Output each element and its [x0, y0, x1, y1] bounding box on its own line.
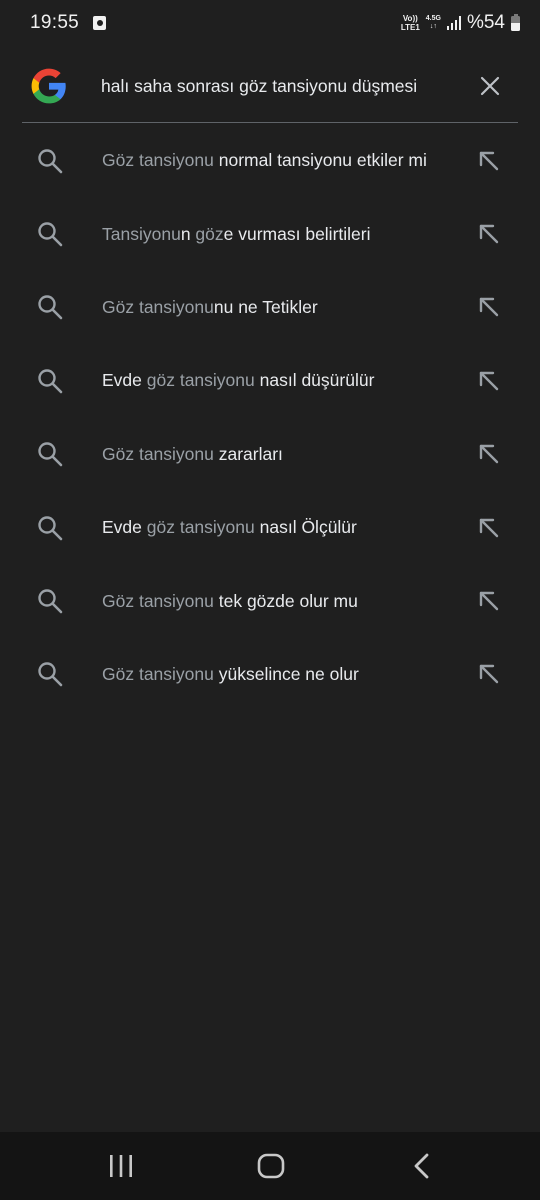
suggestion-text-part: Göz tansiyonu	[102, 443, 219, 464]
suggestion-row[interactable]: Göz tansiyonu yükselince ne olur	[0, 638, 540, 711]
suggestion-text-part: nasıl düşürülür	[254, 370, 375, 391]
status-time: 19:55	[30, 12, 80, 33]
suggestion-text: Evde göz tansiyonu nasıl düşürülür	[102, 370, 450, 391]
suggestion-text: Göz tansiyonu normal tansiyonu etkiler m…	[102, 150, 450, 171]
suggestions-list: Göz tansiyonu normal tansiyonu etkiler m…	[0, 124, 540, 711]
suggestion-text-part: yükselince ne olur	[218, 663, 359, 684]
search-icon	[38, 369, 63, 394]
close-icon	[480, 76, 500, 96]
back-icon	[414, 1153, 429, 1179]
fill-query-arrow-icon[interactable]	[476, 441, 502, 467]
suggestion-text: Evde göz tansiyonu nasıl Ölçülür	[102, 517, 450, 538]
battery-percent: %54	[466, 12, 505, 33]
status-indicators: Vo)) LTE1 4.5G ↓↑ %54	[401, 12, 520, 34]
recents-button[interactable]	[81, 1132, 161, 1200]
fill-query-arrow-icon[interactable]	[476, 368, 502, 394]
suggestion-text-part: e vurması belirtileri	[223, 223, 371, 244]
suggestion-row[interactable]: Göz tansiyonu normal tansiyonu etkiler m…	[0, 124, 540, 197]
search-icon	[38, 442, 63, 467]
suggestion-row[interactable]: Göz tansiyonunu ne Tetikler	[0, 271, 540, 344]
suggestion-text-part: Evde	[102, 517, 147, 538]
suggestion-text-part: Göz tansiyonu	[102, 590, 219, 611]
suggestion-text-part: göz	[195, 223, 224, 244]
suggestion-text-part: Göz tansiyonu	[102, 296, 214, 317]
suggestion-text-part: Göz tansiyonu	[102, 150, 219, 171]
clear-search-button[interactable]	[468, 64, 512, 108]
suggestion-row[interactable]: Göz tansiyonu tek gözde olur mu	[0, 564, 540, 637]
suggestion-row[interactable]: Evde göz tansiyonu nasıl Ölçülür	[0, 491, 540, 564]
fill-query-arrow-icon[interactable]	[476, 515, 502, 541]
home-button[interactable]	[231, 1132, 311, 1200]
search-icon	[38, 589, 63, 614]
search-icon	[38, 222, 63, 247]
recents-icon	[110, 1155, 132, 1177]
suggestion-text-part: n	[180, 223, 196, 244]
navigation-bar	[0, 1132, 540, 1200]
suggestion-text-part: normal tansiyonu etkiler mi	[218, 150, 427, 171]
suggestion-text-part: nu ne Tetikler	[213, 296, 318, 317]
search-icon	[38, 515, 63, 540]
search-icon	[38, 662, 63, 687]
search-icon	[38, 295, 63, 320]
home-icon	[257, 1153, 285, 1179]
screen: 19:55 Vo)) LTE1 4.5G ↓↑ %54 halı saha so…	[0, 0, 540, 1200]
suggestion-text-part: Göz tansiyonu	[102, 663, 219, 684]
fill-query-arrow-icon[interactable]	[476, 294, 502, 320]
suggestion-row[interactable]: Evde göz tansiyonu nasıl düşürülür	[0, 344, 540, 417]
suggestion-text: Göz tansiyonu tek gözde olur mu	[102, 591, 450, 612]
fill-query-arrow-icon[interactable]	[476, 221, 502, 247]
battery-icon	[511, 13, 520, 31]
search-bar	[22, 50, 518, 123]
volte-label: Vo))	[402, 14, 418, 23]
suggestion-row[interactable]: Tansiyonun göze vurması belirtileri	[0, 197, 540, 270]
suggestion-text: Göz tansiyonunu ne Tetikler	[102, 297, 450, 318]
fill-query-arrow-icon[interactable]	[476, 661, 502, 687]
network-type-indicator: 4.5G ↓↑	[426, 15, 441, 31]
signal-icon	[446, 16, 461, 30]
suggestion-text: Göz tansiyonu yükselince ne olur	[102, 664, 450, 685]
search-input[interactable]	[101, 75, 468, 97]
fill-query-arrow-icon[interactable]	[476, 588, 502, 614]
status-bar: 19:55 Vo)) LTE1 4.5G ↓↑ %54	[0, 0, 540, 46]
suggestion-text-part: zararları	[218, 443, 283, 464]
suggestion-text-part: tek gözde olur mu	[218, 590, 358, 611]
suggestion-text-part: göz tansiyonu	[146, 517, 255, 538]
suggestion-row[interactable]: Göz tansiyonu zararları	[0, 418, 540, 491]
volte-indicator: Vo)) LTE1	[401, 14, 420, 32]
suggestion-text-part: Tansiyonu	[102, 223, 181, 244]
lte-label: LTE1	[400, 23, 420, 32]
notification-icon	[93, 16, 107, 30]
suggestion-text: Tansiyonun göze vurması belirtileri	[102, 224, 450, 245]
fill-query-arrow-icon[interactable]	[476, 148, 502, 174]
suggestion-text-part: göz tansiyonu	[146, 370, 255, 391]
suggestion-text-part: nasıl Ölçülür	[254, 517, 357, 538]
network-type-label: 4.5G	[425, 15, 441, 22]
suggestion-text: Göz tansiyonu zararları	[102, 444, 450, 465]
search-icon	[38, 148, 63, 173]
network-arrows-label: ↓↑	[429, 23, 437, 30]
google-g-icon[interactable]	[30, 67, 68, 105]
suggestion-text-part: Evde	[102, 370, 147, 391]
back-button[interactable]	[382, 1132, 462, 1200]
